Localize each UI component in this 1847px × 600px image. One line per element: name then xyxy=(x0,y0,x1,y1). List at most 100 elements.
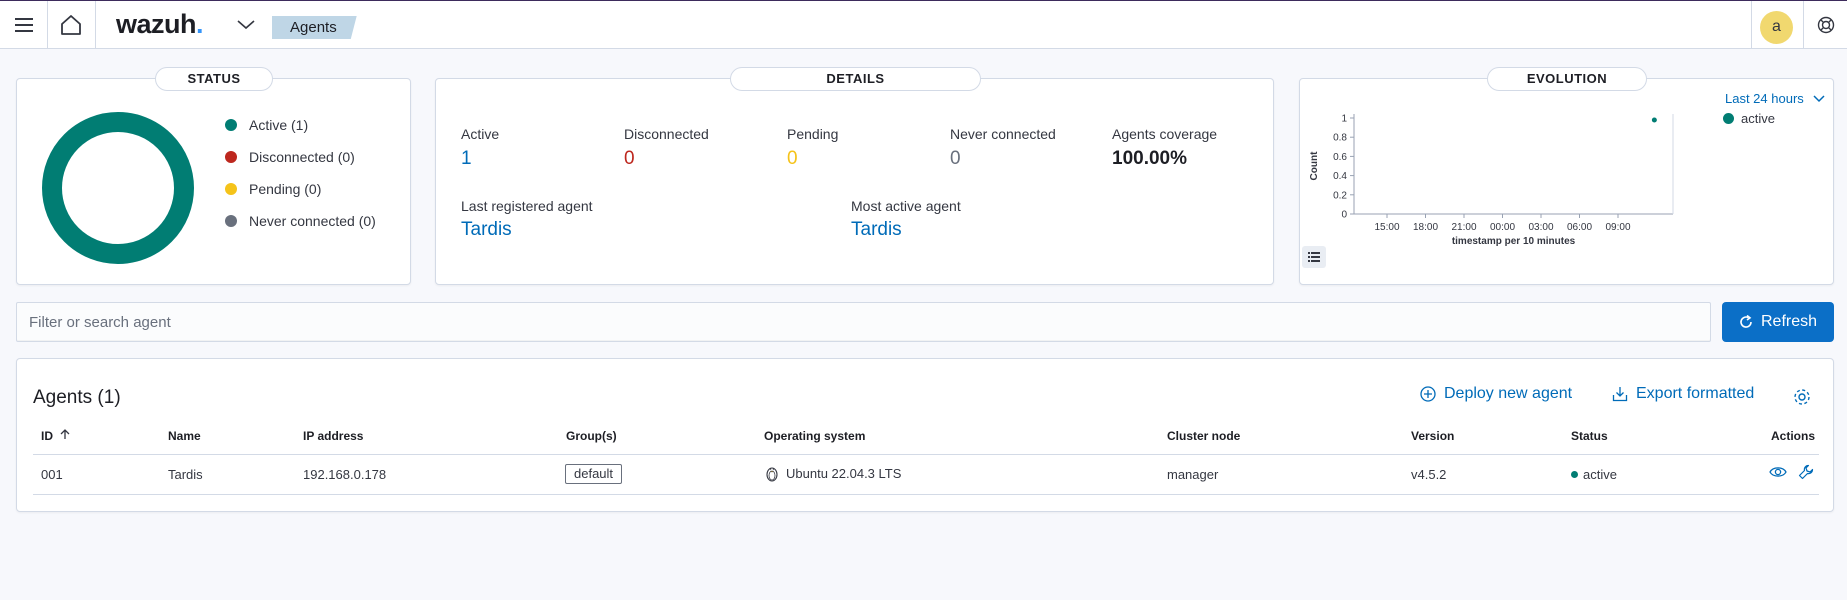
cell-name: Tardis xyxy=(168,467,203,482)
status-panel: STATUS Active (1) Disconnected (0) Pendi… xyxy=(16,67,411,285)
cell-cluster-node: manager xyxy=(1167,467,1219,482)
detail-never-connected-value[interactable]: 0 xyxy=(950,148,1056,170)
x-tick-label: 18:00 xyxy=(1413,222,1438,233)
agent-search-input[interactable] xyxy=(16,302,1711,342)
detail-label: Most active agent xyxy=(851,198,961,214)
cell-id: 001 xyxy=(41,467,63,482)
breadcrumb-agents[interactable]: Agents xyxy=(272,16,357,39)
chart-legend-active[interactable]: active xyxy=(1723,111,1775,126)
linux-icon xyxy=(766,467,778,482)
legend-label: Active (1) xyxy=(249,117,309,133)
list-icon[interactable] xyxy=(1302,246,1326,268)
detail-active-value[interactable]: 1 xyxy=(461,148,499,170)
evolution-chart[interactable]: 1 0.8 0.6 0.4 0.2 0 15:00 18:00 21:00 00:00 03:00 0… xyxy=(1300,103,1720,253)
x-tick-label: 00:00 xyxy=(1490,222,1515,233)
deploy-new-agent-button[interactable]: Deploy new agent xyxy=(1420,385,1572,403)
group-badge[interactable]: default xyxy=(565,464,623,484)
column-header-ip[interactable]: IP address xyxy=(303,429,363,443)
column-header-status[interactable]: Status xyxy=(1571,429,1608,443)
detail-disconnected-value[interactable]: 0 xyxy=(624,148,709,170)
refresh-icon xyxy=(1740,315,1752,328)
header-divider xyxy=(47,1,48,49)
column-header-actions: Actions xyxy=(1771,429,1816,443)
data-point-active xyxy=(1651,117,1657,123)
gear-icon[interactable] xyxy=(1793,388,1811,411)
chevron-down-icon xyxy=(1813,95,1825,103)
wrench-icon[interactable] xyxy=(1798,464,1814,485)
legend-label: Pending (0) xyxy=(249,181,322,197)
most-active-agent-link[interactable]: Tardis xyxy=(851,219,961,241)
legend-label: Disconnected (0) xyxy=(249,149,355,165)
deploy-label: Deploy new agent xyxy=(1444,385,1573,402)
top-header: wazuh. Agents a xyxy=(0,1,1847,49)
cell-version: v4.5.2 xyxy=(1411,467,1447,482)
export-formatted-button[interactable]: Export formatted xyxy=(1612,385,1754,403)
column-header-version[interactable]: Version xyxy=(1411,429,1454,443)
cell-ip: 192.168.0.178 xyxy=(303,467,387,482)
time-range-picker[interactable]: Last 24 hours xyxy=(1725,91,1825,106)
os-label: Ubuntu 22.04.3 LTS xyxy=(786,465,902,481)
legend-never-connected[interactable]: Never connected (0) xyxy=(225,213,376,229)
evolution-title: EVOLUTION xyxy=(1487,67,1647,91)
status-dot xyxy=(1571,471,1578,478)
detail-agents-coverage: Agents coverage 100.00% xyxy=(1112,126,1217,170)
help-icon[interactable] xyxy=(1812,1,1840,49)
details-title: DETAILS xyxy=(730,67,981,91)
legend-disconnected[interactable]: Disconnected (0) xyxy=(225,149,355,165)
sort-ascending-icon xyxy=(60,429,70,439)
column-header-groups[interactable]: Group(s) xyxy=(566,429,617,443)
header-divider xyxy=(95,1,96,49)
eye-icon[interactable] xyxy=(1769,465,1787,484)
legend-dot xyxy=(1723,113,1734,124)
detail-active: Active 1 xyxy=(461,126,499,170)
home-icon[interactable] xyxy=(56,1,86,49)
y-tick-label: 1 xyxy=(1341,114,1347,125)
last-registered-agent-link[interactable]: Tardis xyxy=(461,219,593,241)
agents-table-panel: Agents (1) Deploy new agent Export forma… xyxy=(16,358,1834,512)
agents-table-title: Agents (1) xyxy=(33,387,121,408)
export-label: Export formatted xyxy=(1636,385,1755,402)
detail-coverage-value: 100.00% xyxy=(1112,148,1188,169)
legend-dot xyxy=(225,215,237,227)
detail-last-registered: Last registered agent Tardis xyxy=(461,198,593,241)
column-header-id[interactable]: ID xyxy=(41,429,70,443)
status-donut-chart[interactable] xyxy=(41,111,195,265)
legend-active[interactable]: Active (1) xyxy=(225,117,308,133)
x-tick-label: 21:00 xyxy=(1451,222,1476,233)
legend-dot xyxy=(225,151,237,163)
export-icon xyxy=(1612,387,1628,402)
legend-label: active xyxy=(1741,111,1775,126)
detail-pending-value[interactable]: 0 xyxy=(787,148,838,170)
detail-label: Never connected xyxy=(950,126,1056,142)
detail-label: Pending xyxy=(787,126,839,142)
y-axis-label: Count xyxy=(1309,151,1320,181)
column-header-name[interactable]: Name xyxy=(168,429,201,443)
refresh-button[interactable]: Refresh xyxy=(1722,302,1834,342)
cell-status: active xyxy=(1571,467,1617,482)
menu-icon[interactable] xyxy=(10,1,38,49)
chevron-down-icon[interactable] xyxy=(233,1,259,49)
x-tick-label: 09:00 xyxy=(1605,222,1630,233)
time-range-label: Last 24 hours xyxy=(1725,91,1804,106)
legend-dot xyxy=(225,119,237,131)
user-avatar[interactable]: a xyxy=(1760,11,1793,44)
legend-pending[interactable]: Pending (0) xyxy=(225,181,321,197)
header-divider xyxy=(1803,1,1804,49)
y-tick-label: 0.2 xyxy=(1333,190,1347,201)
detail-label: Active xyxy=(461,126,500,142)
column-header-os[interactable]: Operating system xyxy=(764,429,865,443)
table-header-divider xyxy=(33,454,1819,455)
detail-label: Disconnected xyxy=(624,126,709,142)
details-panel: DETAILS Active 1 Disconnected 0 Pending … xyxy=(435,67,1274,285)
header-divider xyxy=(1751,1,1752,49)
table-row-divider xyxy=(33,494,1819,495)
x-tick-label: 15:00 xyxy=(1374,222,1399,233)
column-header-cluster-node[interactable]: Cluster node xyxy=(1167,429,1240,443)
plus-circle-icon xyxy=(1420,386,1436,402)
refresh-label: Refresh xyxy=(1760,313,1818,330)
x-tick-label: 06:00 xyxy=(1567,222,1592,233)
wazuh-logo[interactable]: wazuh. xyxy=(116,9,204,40)
donut-segment-active[interactable] xyxy=(42,112,194,264)
y-tick-label: 0.4 xyxy=(1333,171,1347,182)
detail-label: Last registered agent xyxy=(461,198,593,214)
